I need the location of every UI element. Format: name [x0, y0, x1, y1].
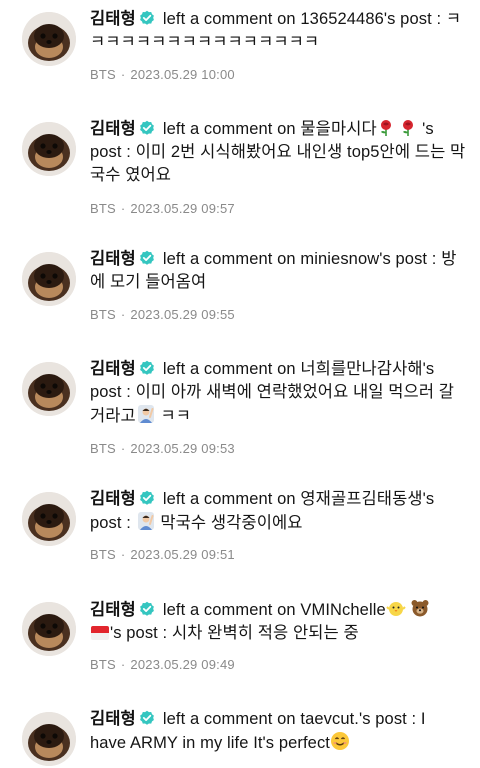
bear-icon — [411, 600, 429, 617]
verified-badge-icon — [139, 250, 154, 265]
separator: · — [120, 67, 126, 82]
avatar[interactable] — [22, 362, 76, 416]
comment-body: 막국수 생각중이에요 — [160, 514, 303, 532]
post-target[interactable]: 물을마시다 — [300, 120, 376, 138]
comment-meta: BTS · 2023.05.29 09:51 — [90, 547, 235, 562]
post-target[interactable]: 136524486 — [300, 10, 384, 28]
comment-body: 이미 2번 시식해봤어요 내인생 top5안에 드는 막국수 였어요 — [90, 143, 466, 184]
verified-badge-icon — [139, 120, 154, 135]
action-text: left a comment on — [162, 120, 296, 138]
avatar[interactable] — [22, 602, 76, 656]
post-target[interactable]: 영재골프김태동생 — [300, 490, 422, 508]
chick-icon — [386, 602, 406, 616]
post-suffix: 's post : — [379, 250, 437, 268]
author-name[interactable]: 김태형 — [90, 10, 136, 28]
artist-label: BTS — [90, 547, 116, 562]
action-text: left a comment on — [162, 360, 296, 378]
post-target[interactable]: taevcut. — [300, 710, 359, 728]
post-suffix: 's post : — [110, 624, 168, 642]
comment-meta: BTS · 2023.05.29 09:55 — [90, 307, 235, 322]
timestamp: 2023.05.29 09:51 — [130, 547, 235, 562]
avatar[interactable] — [22, 122, 76, 176]
separator: · — [120, 547, 126, 562]
artist-label: BTS — [90, 67, 116, 82]
verified-badge-icon — [139, 360, 154, 375]
comment-body: 시차 완벽히 적응 안되는 중 — [171, 624, 359, 642]
rose-icon — [403, 120, 414, 136]
action-text: left a comment on — [162, 710, 296, 728]
comment-text: 김태형 left a comment on VMINchelle 's post … — [90, 598, 466, 645]
author-name[interactable]: 김태형 — [90, 601, 136, 619]
comment-text: 김태형 left a comment on 물을마시다 's post : 이미 … — [90, 118, 466, 187]
action-text: left a comment on — [162, 490, 296, 508]
separator: · — [120, 441, 126, 456]
separator: · — [120, 201, 126, 216]
person-raising-hand-icon — [137, 512, 154, 530]
timestamp: 2023.05.29 09:55 — [130, 307, 235, 322]
separator: · — [120, 307, 126, 322]
timestamp: 2023.05.29 09:57 — [130, 201, 235, 216]
author-name[interactable]: 김태형 — [90, 120, 136, 138]
comment-text: 김태형 left a comment on 너희를만나감사해's post : 이… — [90, 358, 466, 428]
post-target[interactable]: VMINchelle — [300, 601, 385, 619]
action-text: left a comment on — [162, 10, 296, 28]
timestamp: 2023.05.29 09:49 — [130, 657, 235, 672]
timestamp: 2023.05.29 09:53 — [130, 441, 235, 456]
avatar[interactable] — [22, 712, 76, 766]
author-name[interactable]: 김태형 — [90, 490, 136, 508]
comment-meta: BTS · 2023.05.29 09:57 — [90, 201, 235, 216]
artist-label: BTS — [90, 201, 116, 216]
action-text: left a comment on — [162, 601, 296, 619]
verified-badge-icon — [139, 10, 154, 25]
artist-label: BTS — [90, 657, 116, 672]
verified-badge-icon — [139, 490, 154, 505]
person-raising-hand-icon — [137, 405, 154, 423]
author-name[interactable]: 김태형 — [90, 710, 136, 728]
artist-label: BTS — [90, 307, 116, 322]
comment-feed: 김태형 left a comment on 136524486's post : … — [0, 0, 480, 768]
comment-meta: BTS · 2023.05.29 09:49 — [90, 657, 235, 672]
rose-icon — [380, 120, 391, 136]
comment-text: 김태형 left a comment on 영재골프김태동생's post : 막… — [90, 488, 466, 535]
timestamp: 2023.05.29 10:00 — [130, 67, 235, 82]
avatar[interactable] — [22, 252, 76, 306]
verified-badge-icon — [139, 710, 154, 725]
author-name[interactable]: 김태형 — [90, 250, 136, 268]
artist-label: BTS — [90, 441, 116, 456]
smiling-face-icon — [331, 732, 349, 750]
avatar[interactable] — [22, 492, 76, 546]
post-suffix: 's post : — [383, 10, 442, 28]
comment-text: 김태형 left a comment on taevcut.'s post : I… — [90, 708, 466, 755]
author-name[interactable]: 김태형 — [90, 360, 136, 378]
comment-body-suffix: ㅋㅋ — [160, 407, 192, 425]
avatar[interactable] — [22, 12, 76, 66]
action-text: left a comment on — [162, 250, 296, 268]
comment-text: 김태형 left a comment on 136524486's post : … — [90, 8, 466, 54]
comment-meta: BTS · 2023.05.29 10:00 — [90, 67, 235, 82]
verified-badge-icon — [139, 601, 154, 616]
separator: · — [120, 657, 126, 672]
post-suffix: 's post : — [358, 710, 417, 728]
post-target[interactable]: miniesnow — [300, 250, 379, 268]
comment-meta: BTS · 2023.05.29 09:53 — [90, 441, 235, 456]
post-target[interactable]: 너희를만나감사해 — [300, 360, 422, 378]
indonesia-flag-icon — [91, 626, 109, 640]
comment-text: 김태형 left a comment on miniesnow's post : … — [90, 248, 466, 294]
